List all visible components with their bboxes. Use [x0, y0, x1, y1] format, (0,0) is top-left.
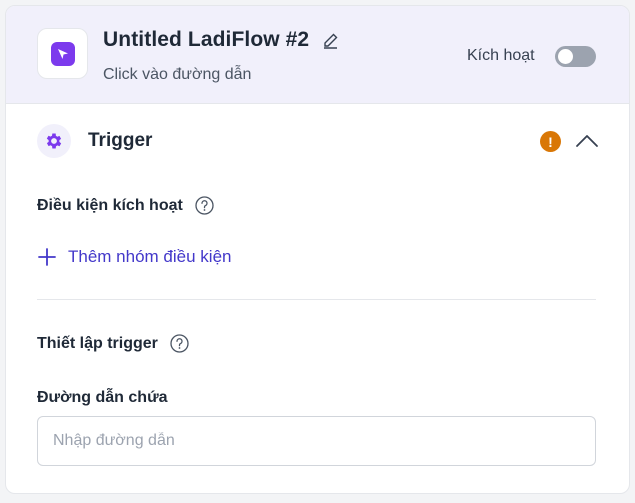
cursor-click-icon	[50, 41, 75, 66]
setup-label-row: Thiết lập trigger	[37, 334, 189, 353]
help-icon[interactable]	[170, 334, 189, 353]
trigger-section-header[interactable]: Trigger !	[37, 123, 599, 159]
flow-title: Untitled LadiFlow #2	[103, 28, 310, 51]
toggle-knob	[558, 49, 573, 64]
section-divider	[37, 299, 596, 300]
trigger-section-title: Trigger	[88, 130, 153, 151]
activate-label: Kích hoạt	[467, 47, 535, 64]
conditions-label: Điều kiện kích hoạt	[37, 196, 183, 214]
add-condition-group-label: Thêm nhóm điều kiện	[68, 247, 232, 266]
gear-icon	[37, 124, 71, 158]
flow-card: Untitled LadiFlow #2 Click vào đường dẫn…	[5, 5, 630, 494]
setup-label: Thiết lập trigger	[37, 334, 158, 352]
activate-toggle[interactable]	[555, 46, 596, 67]
chevron-up-icon[interactable]	[575, 129, 599, 153]
help-icon[interactable]	[195, 196, 214, 215]
conditions-label-row: Điều kiện kích hoạt	[37, 196, 214, 215]
plus-icon	[37, 247, 57, 267]
exclamation-icon: !	[540, 131, 561, 152]
flow-header: Untitled LadiFlow #2 Click vào đường dẫn…	[6, 6, 629, 104]
flow-subtitle: Click vào đường dẫn	[103, 66, 252, 83]
url-field-label: Đường dẫn chứa	[37, 389, 168, 406]
title-row: Untitled LadiFlow #2	[103, 28, 339, 52]
pencil-icon[interactable]	[321, 31, 339, 49]
url-input[interactable]	[37, 416, 596, 466]
app-icon	[37, 28, 88, 79]
add-condition-group-button[interactable]: Thêm nhóm điều kiện	[37, 247, 231, 267]
